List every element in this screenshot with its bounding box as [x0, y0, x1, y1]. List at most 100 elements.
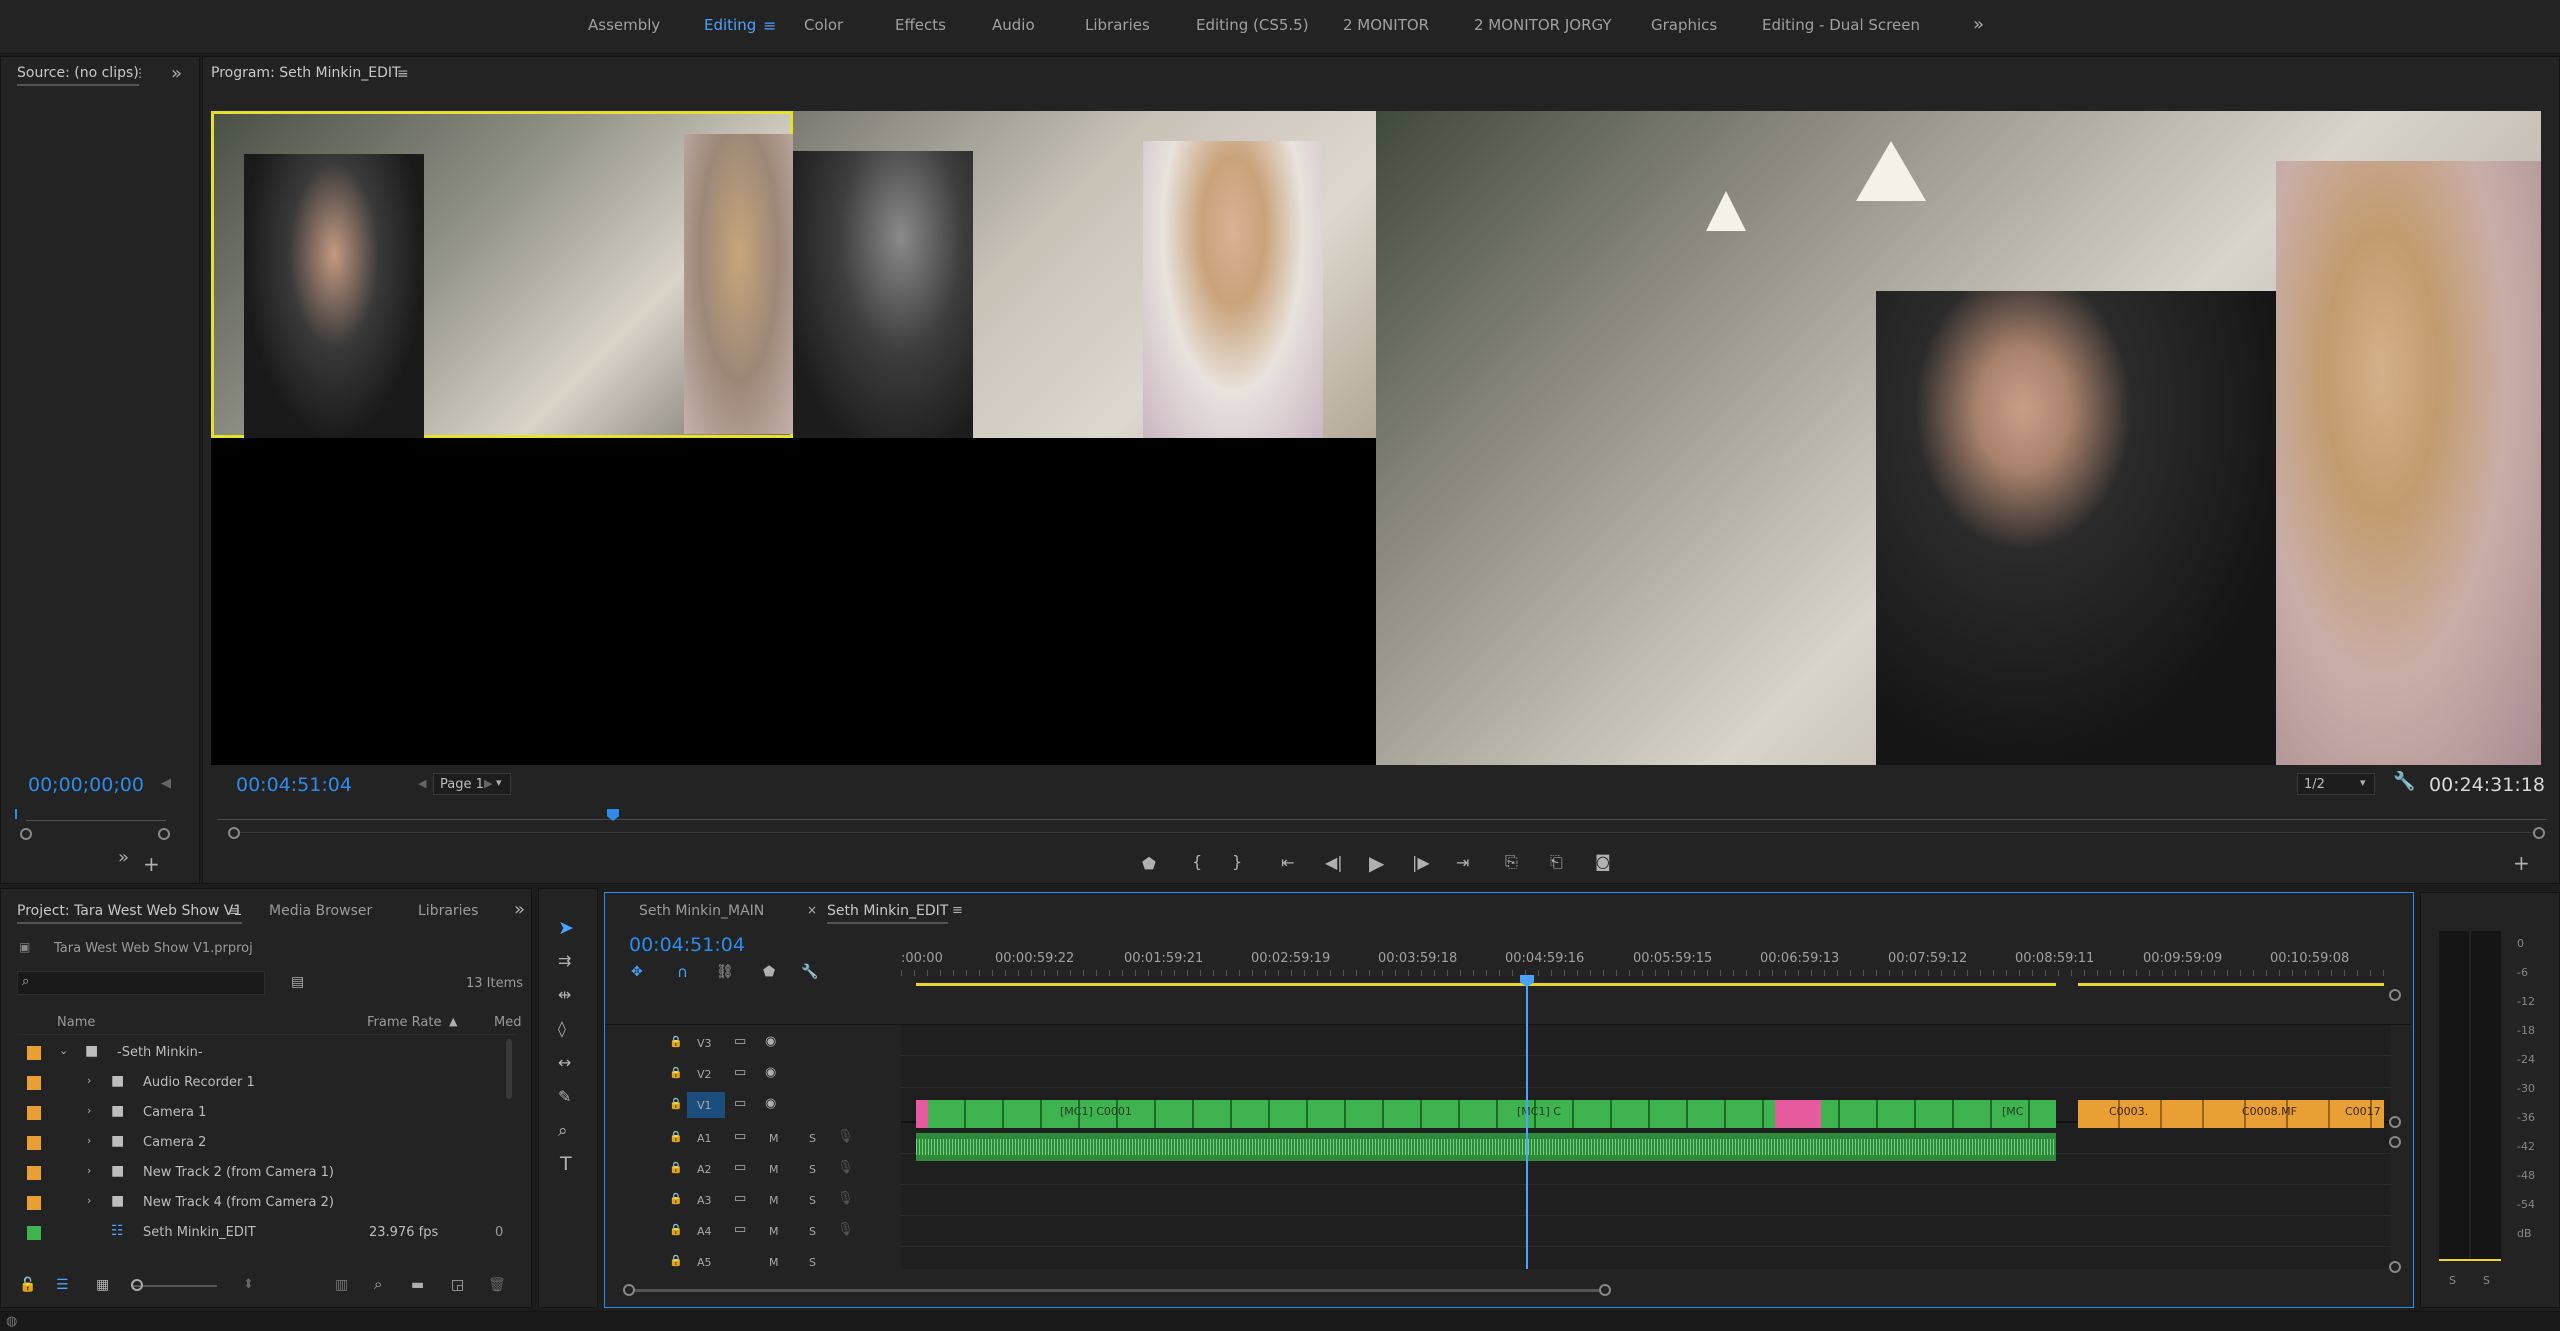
- label-color-swatch[interactable]: [27, 1196, 41, 1210]
- timeline-playhead-line[interactable]: [1526, 985, 1528, 1269]
- status-icon[interactable]: ◍: [6, 1315, 17, 1328]
- mute-button[interactable]: M: [769, 1163, 779, 1176]
- project-menu-icon[interactable]: ≡: [229, 905, 240, 918]
- workspace-tab-editing-cs55[interactable]: Editing (CS5.5): [1196, 16, 1309, 34]
- clip-v1[interactable]: [916, 1100, 928, 1128]
- list-item[interactable]: › ■ Audio Recorder 1: [19, 1068, 509, 1098]
- solo-right-button[interactable]: S: [2483, 1274, 2490, 1287]
- label-color-swatch[interactable]: [27, 1136, 41, 1150]
- zoom-select[interactable]: 1/2 ▾: [2297, 773, 2375, 795]
- scroll-end-handle[interactable]: [1599, 1284, 1611, 1296]
- column-name[interactable]: Name: [57, 1015, 95, 1030]
- mark-out-icon[interactable]: }: [1232, 854, 1242, 870]
- source-playhead[interactable]: [15, 809, 17, 819]
- microphone-icon[interactable]: 🎙: [837, 1130, 854, 1143]
- workspace-tab-2-monitor-jorgy[interactable]: 2 MONITOR JORGY: [1474, 16, 1612, 34]
- zoom-tool-icon[interactable]: ⌕: [558, 1123, 568, 1140]
- microphone-icon[interactable]: 🎙: [837, 1223, 854, 1236]
- lock-icon[interactable]: 🔒: [669, 1224, 683, 1235]
- new-search-bin-icon[interactable]: ▤: [291, 975, 304, 989]
- list-item[interactable]: › ■ Camera 2: [19, 1128, 509, 1158]
- source-zoom-start-handle[interactable]: [20, 828, 32, 840]
- multicam-angle-2[interactable]: [793, 111, 1376, 438]
- program-scrub-bar[interactable]: [217, 819, 2547, 820]
- list-item[interactable]: › ■ New Track 2 (from Camera 1): [19, 1158, 509, 1188]
- label-color-swatch[interactable]: [27, 1076, 41, 1090]
- sync-lock-icon[interactable]: ▭: [734, 1223, 746, 1236]
- list-item[interactable]: › ■ New Track 4 (from Camera 2): [19, 1188, 509, 1218]
- horizontal-scrollbar[interactable]: [635, 1289, 1599, 1292]
- add-marker-icon[interactable]: ⬟: [763, 965, 775, 979]
- timeline-timecode[interactable]: 00:04:51:04: [629, 934, 745, 956]
- sync-lock-icon[interactable]: ▭: [734, 1130, 746, 1143]
- sync-lock-icon[interactable]: ▭: [734, 1066, 746, 1079]
- work-area-bar[interactable]: [916, 983, 2056, 986]
- expand-panels-icon[interactable]: »: [171, 65, 182, 83]
- clip-a1[interactable]: [916, 1133, 2056, 1161]
- lock-icon[interactable]: 🔒: [669, 1098, 683, 1109]
- sync-lock-icon[interactable]: ▭: [734, 1035, 746, 1048]
- list-item[interactable]: ⌄ ■ -Seth Minkin-: [19, 1038, 509, 1068]
- find-icon[interactable]: ⌕: [374, 1277, 382, 1292]
- column-frame-rate[interactable]: Frame Rate: [367, 1015, 441, 1030]
- export-frame-camera-icon[interactable]: ◙: [1595, 854, 1611, 870]
- track-height-handle[interactable]: [2389, 989, 2401, 1001]
- page-prev-icon[interactable]: ◀: [418, 778, 426, 789]
- libraries-tab[interactable]: Libraries: [418, 903, 478, 919]
- lock-icon[interactable]: 🔒: [669, 1131, 683, 1142]
- label-color-swatch[interactable]: [27, 1046, 41, 1060]
- column-media[interactable]: Med: [494, 1015, 521, 1030]
- step-back-icon[interactable]: ◀|: [1325, 855, 1343, 871]
- new-bin-icon[interactable]: ▬: [411, 1278, 424, 1292]
- mute-button[interactable]: M: [769, 1256, 779, 1267]
- mark-in-icon[interactable]: {: [1192, 854, 1202, 870]
- eye-icon[interactable]: ◉: [765, 1066, 776, 1079]
- more-panels-icon[interactable]: »: [514, 901, 525, 919]
- project-scrollbar[interactable]: [506, 1039, 512, 1099]
- source-prev-icon[interactable]: ◀: [161, 777, 171, 790]
- program-zoom-start-handle[interactable]: [228, 827, 240, 839]
- timeline-tab-edit[interactable]: Seth Minkin_EDIT: [827, 903, 949, 924]
- source-menu-icon[interactable]: ⋮: [134, 67, 146, 79]
- eye-icon[interactable]: ◉: [765, 1035, 776, 1048]
- track-name-v1[interactable]: V1: [697, 1099, 712, 1112]
- source-scrub-bar[interactable]: [26, 820, 166, 821]
- nest-toggle-icon[interactable]: ✥: [631, 965, 643, 979]
- microphone-icon[interactable]: 🎙: [837, 1161, 854, 1174]
- workspace-tab-assembly[interactable]: Assembly: [588, 16, 660, 34]
- go-to-in-icon[interactable]: ⇤: [1281, 855, 1294, 871]
- program-monitor-title[interactable]: Program: Seth Minkin_EDIT: [211, 65, 401, 81]
- solo-button[interactable]: S: [809, 1194, 816, 1207]
- track-height-handle[interactable]: [2389, 1261, 2401, 1273]
- lift-icon[interactable]: ⎘: [1505, 854, 1518, 870]
- workspace-tab-editing[interactable]: Editing: [704, 16, 756, 34]
- linked-selection-icon[interactable]: ⛓: [716, 965, 734, 979]
- workspace-tab-2-monitor[interactable]: 2 MONITOR: [1343, 16, 1429, 34]
- step-forward-icon[interactable]: |▶: [1412, 855, 1430, 871]
- solo-button[interactable]: S: [809, 1132, 816, 1145]
- track-name-a1[interactable]: A1: [697, 1132, 712, 1145]
- program-menu-icon[interactable]: ≡: [397, 67, 409, 81]
- track-select-tool-icon[interactable]: ⇉: [558, 953, 571, 969]
- project-search-input[interactable]: ⌕: [17, 971, 265, 995]
- page-select[interactable]: Page 1 ▾: [433, 773, 511, 795]
- workspace-tab-libraries[interactable]: Libraries: [1085, 16, 1150, 34]
- add-marker-icon[interactable]: ⬟: [1142, 856, 1156, 872]
- sort-ascending-icon[interactable]: ▲: [449, 1016, 457, 1027]
- track-name-a5[interactable]: A5: [697, 1256, 712, 1267]
- sync-lock-icon[interactable]: ▭: [734, 1161, 746, 1174]
- program-add-button-icon[interactable]: +: [2513, 853, 2530, 873]
- new-item-icon[interactable]: ◲: [451, 1278, 464, 1292]
- automate-to-sequence-icon[interactable]: ▥: [335, 1278, 348, 1292]
- lock-icon[interactable]: 🔒: [669, 1036, 683, 1047]
- source-monitor-title[interactable]: Source: (no clips): [17, 65, 139, 86]
- lock-icon[interactable]: 🔓: [19, 1278, 36, 1292]
- go-to-out-icon[interactable]: ⇥: [1456, 855, 1469, 871]
- slider-handle[interactable]: [131, 1279, 143, 1291]
- program-zoom-bar[interactable]: [240, 832, 2533, 833]
- workspace-tab-editing-dual-screen[interactable]: Editing - Dual Screen: [1762, 16, 1920, 34]
- solo-button[interactable]: S: [809, 1163, 816, 1176]
- timeline-settings-wrench-icon[interactable]: 🔧: [801, 965, 818, 979]
- track-name-v2[interactable]: V2: [697, 1068, 712, 1081]
- label-color-swatch[interactable]: [27, 1166, 41, 1180]
